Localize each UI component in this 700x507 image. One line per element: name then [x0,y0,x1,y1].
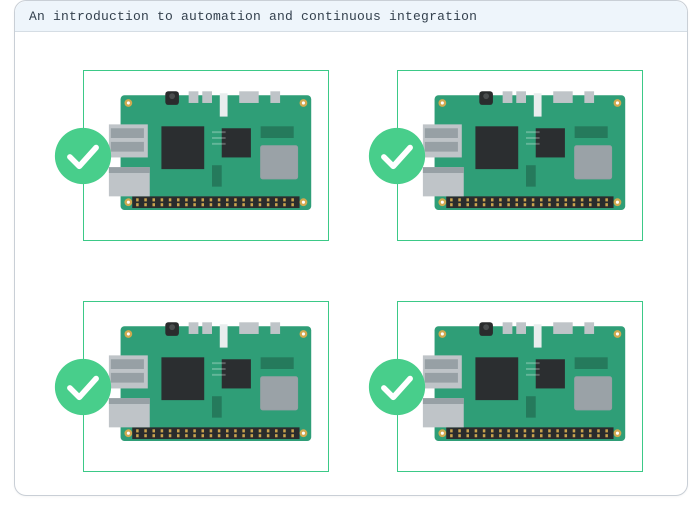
device-illustration [105,313,319,460]
window-title: An introduction to automation and contin… [29,9,477,24]
device-card [65,301,325,472]
device-card [379,301,639,472]
window-titlebar: An introduction to automation and contin… [15,1,687,32]
device-card [379,70,639,241]
check-icon [53,357,113,417]
content-area [15,32,687,496]
device-illustration [419,313,633,460]
device-illustration [105,82,319,229]
app-window: An introduction to automation and contin… [14,0,688,496]
device-grid [65,70,639,472]
check-icon [367,126,427,186]
check-icon [367,357,427,417]
device-illustration [419,82,633,229]
device-card [65,70,325,241]
check-icon [53,126,113,186]
